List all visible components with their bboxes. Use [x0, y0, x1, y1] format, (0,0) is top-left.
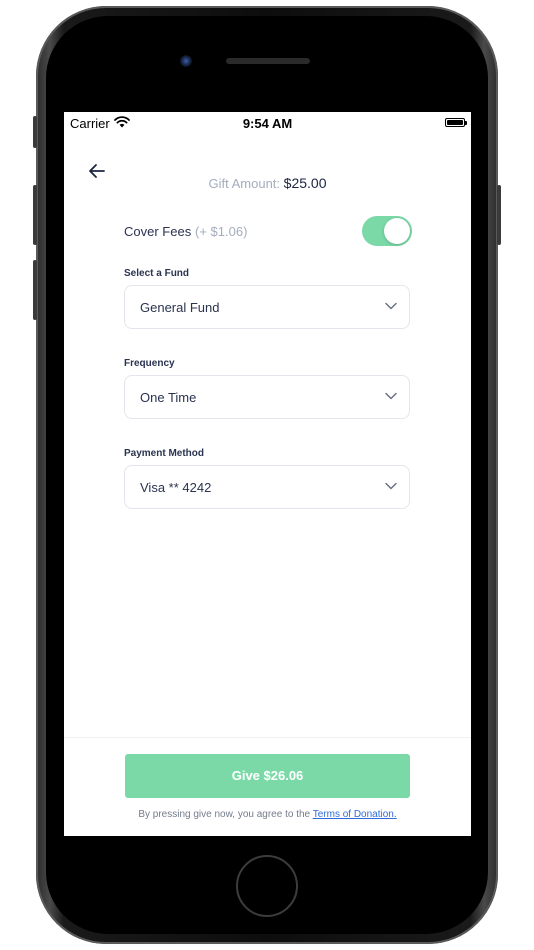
- mute-switch: [33, 116, 37, 148]
- front-camera: [180, 55, 192, 67]
- chevron-down-icon: [385, 302, 397, 310]
- fund-label: Select a Fund: [124, 268, 190, 279]
- status-time: 9:54 AM: [242, 116, 293, 131]
- volume-up-button: [33, 185, 37, 245]
- frequency-select[interactable]: One Time: [124, 375, 410, 419]
- gift-amount-label: Gift Amount:: [208, 176, 281, 191]
- cover-fees-amount: (+ $1.06): [195, 224, 248, 239]
- frequency-value: One Time: [140, 390, 197, 405]
- fund-value: General Fund: [140, 300, 220, 315]
- toggle-knob: [384, 218, 410, 244]
- frequency-label: Frequency: [124, 358, 175, 369]
- home-button[interactable]: [236, 855, 298, 917]
- payment-method-value: Visa ** 4242: [140, 480, 212, 495]
- status-bar: Carrier 9:54 AM: [64, 112, 471, 134]
- gift-amount-value: $25.00: [283, 175, 327, 191]
- give-button[interactable]: Give $26.06: [125, 754, 410, 798]
- gift-amount: Gift Amount: $25.00: [64, 175, 471, 191]
- battery-icon: [445, 118, 467, 127]
- power-button: [497, 185, 501, 245]
- cover-fees-label: Cover Fees: [124, 224, 192, 239]
- fund-select[interactable]: General Fund: [124, 285, 410, 329]
- cover-fees-toggle[interactable]: [362, 216, 412, 246]
- earpiece-speaker: [226, 58, 310, 64]
- terms-notice: By pressing give now, you agree to the T…: [64, 809, 471, 820]
- terms-of-donation-link[interactable]: Terms of Donation.: [313, 809, 397, 820]
- volume-down-button: [33, 260, 37, 320]
- terms-prefix: By pressing give now, you agree to the: [138, 809, 311, 820]
- footer-divider: [64, 737, 471, 738]
- payment-method-select[interactable]: Visa ** 4242: [124, 465, 410, 509]
- chevron-down-icon: [385, 392, 397, 400]
- app-screen: Carrier 9:54 AM Gift Amount: $25.00 Cove…: [64, 112, 471, 836]
- payment-method-label: Payment Method: [124, 448, 205, 459]
- chevron-down-icon: [385, 482, 397, 490]
- cover-fees-row: Cover Fees (+ $1.06): [124, 216, 414, 248]
